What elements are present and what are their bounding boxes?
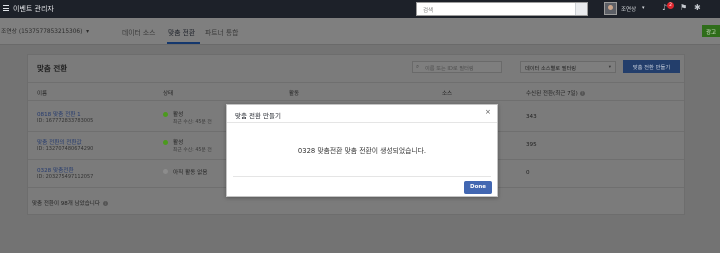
status-last-received: 최근 수신: 45분 전 (173, 120, 212, 125)
received-count: 343 (526, 114, 537, 120)
conversion-name-link[interactable]: 0328 맞춤전환 (37, 166, 74, 174)
menu-icon[interactable] (3, 5, 9, 11)
search-button[interactable] (575, 3, 587, 15)
active-tab-indicator (167, 42, 200, 44)
status-dot-icon (163, 112, 168, 117)
search-input[interactable]: 검색 (416, 2, 588, 16)
column-header-status[interactable]: 상태 (163, 89, 173, 97)
divider (28, 100, 684, 101)
create-custom-conversion-dialog: 맞춤 전환 만들기 × 0328 맞춤전환 맞춤 전환이 생성되었습니다. Do… (226, 104, 498, 197)
ads-button[interactable]: 광고 (702, 25, 720, 37)
divider (233, 176, 491, 177)
status-label: 활성 (173, 112, 184, 118)
remaining-conversions-text: 맞춤 전환이 98개 남았습니다 (32, 201, 100, 207)
status-last-received: 최근 수신: 45분 전 (173, 148, 212, 153)
gear-icon[interactable]: ✱ (694, 4, 701, 12)
tab-custom-conversions[interactable]: 맞춤 전환 (168, 27, 195, 37)
page-title: 맞춤 전환 (37, 64, 68, 73)
data-source-filter-dropdown[interactable]: 데이터 소스별로 필터링 ▾ (520, 61, 616, 73)
chevron-down-icon[interactable]: ▾ (642, 5, 645, 11)
flag-icon[interactable]: ⚑ (680, 4, 687, 12)
conversion-id: ID: 167772833783005 (37, 118, 94, 124)
status-dot-icon (163, 169, 168, 174)
column-header-activity[interactable]: 활동 (289, 89, 299, 97)
done-button[interactable]: Done (464, 181, 492, 194)
top-navigation-bar: 이벤트 관리자 검색 조연상 ▾ ♪ 2 ⚑ ✱ (0, 0, 720, 18)
account-selector[interactable]: 조연상 (1537577853215306) ▾ (1, 26, 89, 35)
column-header-source[interactable]: 소스 (442, 89, 452, 97)
card-header: 맞춤 전환 ⌕ 이름 또는 ID로 필터링 데이터 소스별로 필터링 ▾ 맞춤 … (28, 55, 684, 83)
tab-partner-integrations[interactable]: 파트너 통합 (205, 27, 238, 37)
conversion-name-link[interactable]: 맞춤 전환의 전환값 (37, 138, 82, 146)
search-placeholder: 검색 (423, 8, 434, 14)
tab-data-sources[interactable]: 데이터 소스 (122, 27, 155, 37)
filter-search-placeholder: 이름 또는 ID로 필터링 (425, 65, 474, 72)
chevron-down-icon: ▾ (608, 64, 611, 70)
close-icon[interactable]: × (485, 109, 491, 116)
remaining-conversions-note: 맞춤 전환이 98개 남았습니다 i (32, 199, 108, 207)
help-icon[interactable]: ? (579, 91, 585, 96)
create-custom-conversion-button[interactable]: 맞춤 전환 만들기 (623, 60, 680, 73)
avatar[interactable] (604, 2, 617, 15)
status-dot-icon (163, 140, 168, 145)
app-title[interactable]: 이벤트 관리자 (13, 4, 54, 14)
filter-search-input[interactable]: ⌕ 이름 또는 ID로 필터링 (412, 61, 502, 73)
divider (227, 122, 497, 123)
dialog-title: 맞춤 전환 만들기 (235, 112, 281, 120)
filter-label: 데이터 소스별로 필터링 (525, 65, 577, 72)
secondary-navigation: 조연상 (1537577853215306) ▾ 데이터 소스 맞춤 전환 파트… (0, 18, 720, 45)
conversion-id: ID: 203275497112057 (37, 174, 94, 180)
received-count: 395 (526, 142, 537, 148)
status-label: 활성 (173, 140, 184, 146)
conversion-name-link[interactable]: 0818 맞춤 전환 1 (37, 110, 81, 118)
column-header-received-label: 수신된 전환(최근 7일) (526, 91, 578, 97)
user-name[interactable]: 조연상 (621, 5, 636, 13)
conversion-id: ID: 132707480674290 (37, 146, 94, 152)
info-icon[interactable]: i (102, 201, 108, 206)
column-header-name[interactable]: 이름 (37, 89, 47, 97)
status-label: 아직 활동 없음 (173, 170, 208, 176)
column-header-received[interactable]: 수신된 전환(최근 7일)? (526, 89, 585, 97)
dialog-message: 0328 맞춤전환 맞춤 전환이 생성되었습니다. (297, 147, 427, 155)
account-label: 조연상 (1537577853215306) (1, 29, 83, 35)
search-icon: ⌕ (416, 64, 420, 70)
notification-badge: 2 (667, 2, 674, 9)
received-count: 0 (526, 170, 530, 176)
chevron-down-icon: ▾ (84, 29, 89, 35)
